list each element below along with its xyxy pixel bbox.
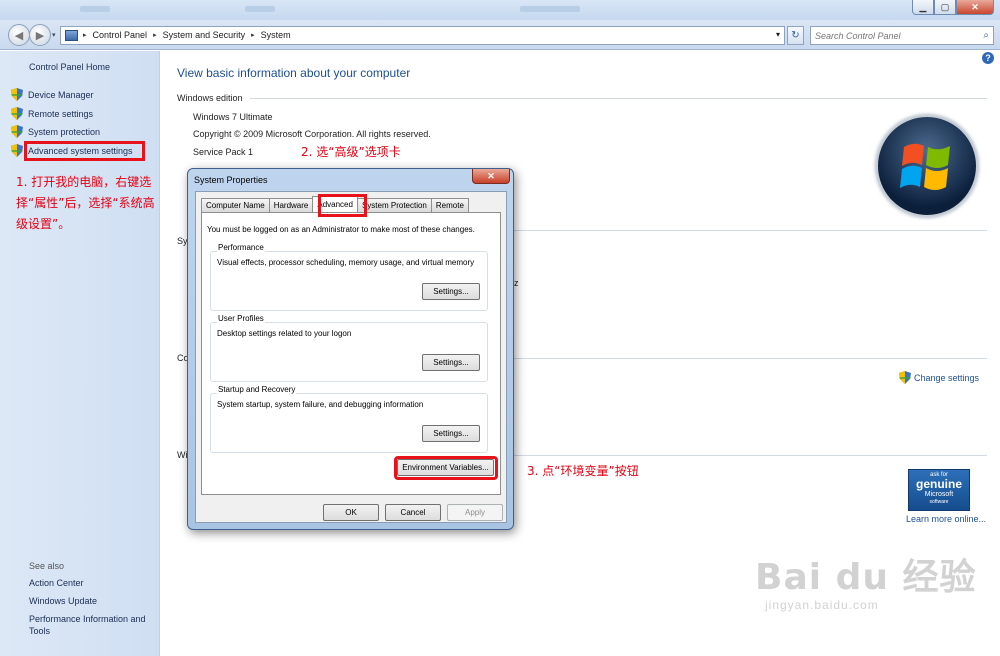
startup-recovery-label: Startup and Recovery [217, 385, 297, 394]
sidebar: Control Panel Home Device Manager Remote… [0, 51, 160, 656]
shield-icon [11, 88, 23, 101]
performance-information-link[interactable]: Performance Information and Tools [29, 613, 154, 637]
tab-hardware[interactable]: Hardware [268, 198, 314, 212]
search-icon[interactable]: ⌕ [983, 30, 989, 41]
genuine-line: Microsoft [924, 491, 954, 498]
dialog-body: Computer Name Hardware Advanced System P… [195, 191, 507, 523]
search-input[interactable] [815, 29, 975, 42]
search-box[interactable]: ⌕ [810, 26, 994, 45]
breadcrumb-control-panel[interactable]: Control Panel [93, 30, 148, 40]
titlebar-ghost [520, 6, 580, 12]
tab-remote[interactable]: Remote [430, 198, 469, 212]
breadcrumb-separator[interactable]: ▸ [251, 31, 255, 39]
sidebar-item-label: System protection [28, 126, 101, 137]
address-dropdown-icon[interactable]: ▾ [776, 30, 780, 39]
help-icon[interactable]: ? [982, 52, 994, 64]
action-center-link[interactable]: Action Center [29, 578, 84, 588]
breadcrumb-separator[interactable]: ▸ [83, 31, 87, 39]
section-divider [514, 230, 987, 231]
see-also-heading: See also [29, 561, 65, 571]
titlebar-ghost [80, 6, 110, 12]
tab-computer-name[interactable]: Computer Name [201, 198, 270, 212]
dialog-close-button[interactable]: ✕ [472, 169, 510, 184]
user-profiles-settings-button[interactable]: Settings... [422, 354, 480, 371]
system-properties-dialog: System Properties ✕ Computer Name Hardwa… [187, 168, 514, 530]
change-settings-label: Change settings [914, 372, 980, 383]
windows-flag-icon [900, 143, 950, 190]
shield-icon [11, 144, 23, 157]
sidebar-item-label: Device Manager [28, 89, 94, 100]
sidebar-item-system-protection[interactable]: System protection [11, 125, 100, 138]
cancel-button[interactable]: Cancel [385, 504, 441, 521]
refresh-button[interactable]: ↻ [787, 26, 804, 45]
baidu-watermark: Bai du 经验 jingyan.baidu.com [755, 548, 977, 612]
performance-settings-button[interactable]: Settings... [422, 283, 480, 300]
learn-more-link[interactable]: Learn more online... [906, 514, 986, 524]
dialog-title: System Properties [194, 175, 268, 185]
user-profiles-description: Desktop settings related to your logon [217, 329, 352, 338]
highlight-box-environment-variables [394, 456, 498, 480]
back-button[interactable]: ◀ [8, 24, 30, 46]
minimize-button[interactable]: ▁ [912, 0, 934, 15]
breadcrumb-system[interactable]: System [261, 30, 291, 40]
change-settings-link[interactable]: Change settings [899, 371, 979, 384]
tab-system-protection[interactable]: System Protection [356, 198, 432, 212]
computer-icon [65, 30, 78, 41]
windows-edition-heading: Windows edition [177, 93, 243, 103]
section-divider [514, 455, 987, 456]
shield-icon [11, 107, 23, 120]
genuine-line: software [929, 499, 949, 505]
highlight-box-advanced-settings [24, 141, 145, 161]
shield-icon [11, 125, 23, 138]
ok-button[interactable]: OK [323, 504, 379, 521]
breadcrumb: ▸ Control Panel ▸ System and Security ▸ … [83, 30, 291, 40]
control-panel-home-link[interactable]: Control Panel Home [29, 62, 110, 72]
performance-description: Visual effects, processor scheduling, me… [217, 258, 475, 267]
annotation-step-3: 3. 点“环境变量”按钮 [527, 464, 639, 478]
apply-button[interactable]: Apply [447, 504, 503, 521]
user-profiles-label: User Profiles [217, 314, 265, 323]
partial-text: z [514, 278, 519, 288]
recent-pages-dropdown[interactable]: ▾ [52, 31, 56, 39]
service-pack-text: Service Pack 1 [193, 147, 254, 157]
maximize-button[interactable]: ▢ [934, 0, 956, 15]
titlebar-ghost [245, 6, 275, 12]
close-button[interactable]: ✕ [956, 0, 994, 15]
admin-note: You must be logged on as an Administrato… [207, 225, 475, 234]
highlight-box-advanced-tab [318, 194, 367, 217]
shield-icon [899, 371, 911, 384]
partial-heading-system: Sy [177, 236, 188, 246]
copyright-text: Copyright © 2009 Microsoft Corporation. … [193, 129, 431, 139]
watermark-url: jingyan.baidu.com [765, 598, 879, 612]
annotation-step-1: 1. 打开我的电脑，右键选择“属性”后，选择“系统高级设置”。 [16, 175, 155, 231]
genuine-line: genuine [915, 477, 962, 491]
performance-label: Performance [217, 243, 265, 252]
partial-heading-activation: Wi [177, 450, 188, 460]
section-divider [514, 358, 987, 359]
sidebar-item-device-manager[interactable]: Device Manager [11, 88, 94, 101]
startup-recovery-settings-button[interactable]: Settings... [422, 425, 480, 442]
windows-update-link[interactable]: Windows Update [29, 596, 97, 606]
address-bar[interactable]: ▸ Control Panel ▸ System and Security ▸ … [60, 26, 785, 45]
startup-recovery-description: System startup, system failure, and debu… [217, 400, 424, 409]
forward-button[interactable]: ▶ [29, 24, 51, 46]
sidebar-item-label: Remote settings [28, 108, 94, 119]
windows-logo [876, 115, 978, 217]
watermark-brand: Bai du 经验 [755, 557, 977, 598]
genuine-microsoft-badge[interactable]: ask for genuine Microsoft software [908, 469, 970, 511]
section-divider [250, 98, 987, 99]
edition-name: Windows 7 Ultimate [193, 112, 273, 122]
navigation-bar: ◀ ▶ ▾ ▸ Control Panel ▸ System and Secur… [0, 20, 1000, 50]
breadcrumb-system-and-security[interactable]: System and Security [163, 30, 246, 40]
page-title: View basic information about your comput… [177, 66, 411, 80]
annotation-step-2: 2. 选“高级”选项卡 [301, 145, 401, 159]
sidebar-item-remote-settings[interactable]: Remote settings [11, 107, 93, 120]
window-controls: ▁ ▢ ✕ [912, 0, 994, 15]
breadcrumb-separator[interactable]: ▸ [153, 31, 157, 39]
window-titlebar: ▁ ▢ ✕ [0, 0, 1000, 20]
